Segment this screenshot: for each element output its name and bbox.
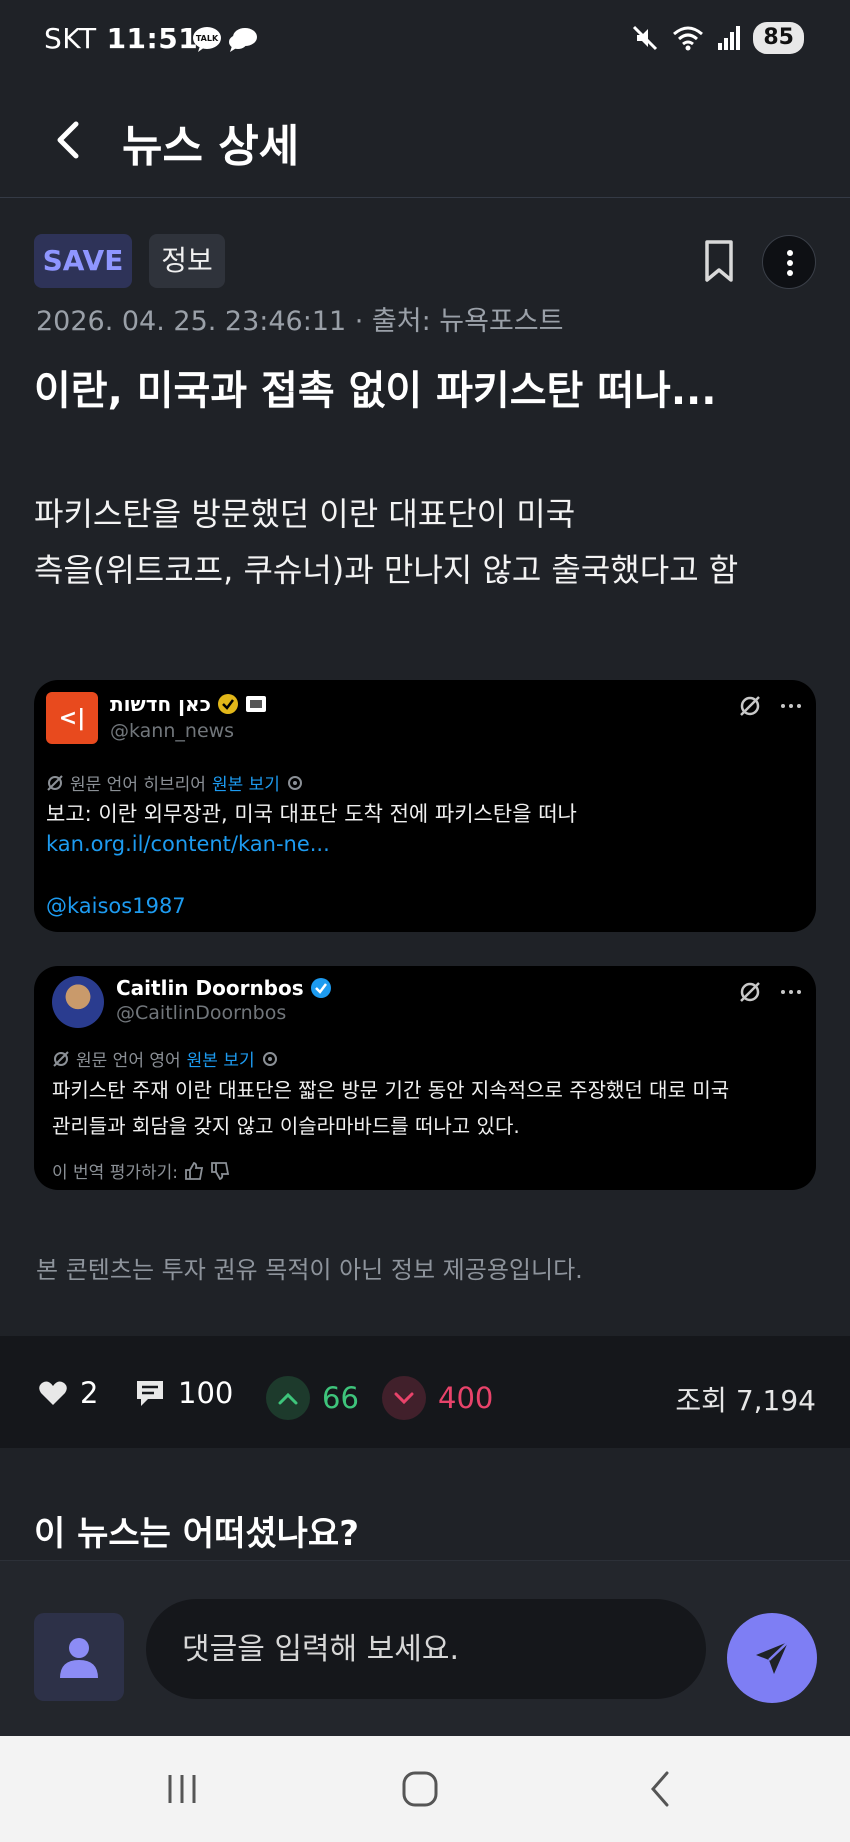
chevron-down-icon xyxy=(394,1392,414,1405)
like-count: 2 xyxy=(80,1376,99,1410)
view-original-link[interactable]: 원본 보기 xyxy=(212,770,280,795)
signal-icon xyxy=(718,26,741,50)
rate-translation: 이 번역 평가하기: xyxy=(52,1158,230,1183)
stats-bar: 2 100 66 400 조회 7,194 xyxy=(0,1336,850,1448)
wifi-icon xyxy=(673,26,704,51)
settings-icon[interactable] xyxy=(286,774,304,792)
comment-composer xyxy=(0,1560,850,1736)
category-tag: 정보 xyxy=(149,234,225,288)
save-tag: SAVE xyxy=(34,234,132,288)
grok-icon[interactable] xyxy=(738,694,762,718)
date-source: 2026. 04. 25. 23:46:11 · 출처: 뉴욕포스트 xyxy=(36,306,564,337)
bookmark-button[interactable] xyxy=(700,238,738,284)
tweet-text: 파키스탄 주재 이란 대표단은 짧은 방문 기간 동안 지속적으로 주장했던 대… xyxy=(52,1072,729,1144)
settings-icon[interactable] xyxy=(261,1050,279,1068)
mute-icon xyxy=(633,25,658,51)
article-headline: 이란, 미국과 접촉 없이 파키스탄 떠나... xyxy=(34,368,717,414)
verified-blue-icon xyxy=(310,978,331,998)
send-icon xyxy=(756,1641,789,1674)
tweet-avatar xyxy=(52,976,104,1028)
bookmark-icon xyxy=(705,240,733,282)
status-right: 85 xyxy=(631,22,804,54)
tweet-author-label: כאן חדשות xyxy=(110,692,211,716)
home-button[interactable] xyxy=(390,1764,450,1814)
upvote-circle xyxy=(266,1376,310,1420)
tweet-text-line-1: 파키스탄 주재 이란 대표단은 짧은 방문 기간 동안 지속적으로 주장했던 대… xyxy=(52,1078,730,1102)
tweet-mention[interactable]: @kaisos1987 xyxy=(46,894,186,918)
system-nav-bar xyxy=(0,1736,850,1842)
tweet-avatar: <| xyxy=(46,692,98,744)
status-bar: SKT 11:51 TALK 85 xyxy=(0,0,850,84)
tweet-handle: @CaitlinDoornbos xyxy=(116,1002,287,1024)
user-avatar xyxy=(34,1613,124,1701)
recent-apps-button[interactable] xyxy=(152,1764,212,1814)
more-vertical-icon xyxy=(787,250,793,276)
translate-icon xyxy=(47,774,63,791)
chevron-left-icon xyxy=(57,121,79,159)
translation-notice: 원문 언어 영어 원본 보기 xyxy=(52,1046,279,1071)
comment-icon xyxy=(137,1381,163,1406)
back-button[interactable] xyxy=(48,112,88,168)
talk-badge-text: TALK xyxy=(196,34,219,43)
tweet-author-name: Caitlin Doornbos xyxy=(116,976,332,1000)
thumbs-down-icon[interactable] xyxy=(210,1161,230,1180)
heart-icon xyxy=(39,1381,67,1405)
tweet-text: 보고: 이란 외무장관, 미국 대표단 도착 전에 파키스탄을 떠나 xyxy=(46,802,577,826)
comment-button[interactable]: 100 xyxy=(134,1376,233,1410)
translation-notice: 원문 언어 히브리어 원본 보기 xyxy=(46,770,304,795)
more-horizontal-icon[interactable] xyxy=(780,988,802,996)
embedded-tweet[interactable]: Caitlin Doornbos @CaitlinDoornbos 원문 언어 … xyxy=(34,966,816,1190)
tweet-link[interactable]: kan.org.il/content/kan-ne... xyxy=(46,832,330,856)
article-summary: 파키스탄을 방문했던 이란 대표단이 미국 측을(위트코프, 쿠슈너)과 만나지… xyxy=(34,486,824,598)
comment-count: 100 xyxy=(178,1376,234,1410)
kakaotalk-icon: TALK xyxy=(193,27,221,52)
recent-apps-icon xyxy=(168,1775,196,1803)
carrier-label: SKT xyxy=(44,22,97,55)
comment-input[interactable] xyxy=(146,1599,706,1699)
thumbs-up-icon[interactable] xyxy=(184,1161,204,1180)
chat-bubble-icon xyxy=(229,28,257,52)
translate-language: 원문 언어 히브리어 xyxy=(70,775,206,795)
system-back-button[interactable] xyxy=(630,1764,690,1814)
more-options-button[interactable] xyxy=(762,235,816,289)
back-arrow-icon xyxy=(651,1771,669,1807)
rate-translation-label: 이 번역 평가하기: xyxy=(52,1163,179,1183)
summary-line-2: 측을(위트코프, 쿠슈너)과 만나지 않고 출국했다고 함 xyxy=(34,551,739,589)
summary-line-1: 파키스탄을 방문했던 이란 대표단이 미국 xyxy=(34,495,576,533)
tweet-actions xyxy=(738,694,802,718)
downvote-count: 400 xyxy=(438,1381,494,1415)
like-button[interactable]: 2 xyxy=(38,1376,98,1410)
chevron-up-icon xyxy=(278,1392,298,1405)
upvote-button[interactable]: 66 xyxy=(266,1376,359,1420)
home-icon xyxy=(402,1771,438,1807)
view-count: 조회 7,194 xyxy=(675,1384,816,1417)
status-time: SKT 11:51 xyxy=(44,22,198,55)
upvote-count: 66 xyxy=(322,1381,359,1415)
tweet-text-line-2: 관리들과 회담을 갖지 않고 이슬라마바드를 떠나고 있다. xyxy=(52,1114,520,1138)
translate-icon xyxy=(53,1050,69,1067)
tweet-author-label: Caitlin Doornbos xyxy=(116,976,304,1000)
downvote-circle xyxy=(382,1376,426,1420)
user-icon xyxy=(60,1638,98,1678)
clock: 11:51 xyxy=(106,22,199,55)
app-header: 뉴스 상세 xyxy=(0,84,850,198)
affiliate-badge-icon xyxy=(245,696,266,712)
verified-gold-icon xyxy=(217,694,238,714)
more-horizontal-icon[interactable] xyxy=(780,702,802,710)
notification-icons: TALK xyxy=(192,26,258,52)
tweet-author-name: כאן חדשות xyxy=(110,692,267,716)
reaction-title: 이 뉴스는 어떠셨나요? xyxy=(34,1514,359,1554)
tweet-handle: @kann_news xyxy=(110,720,235,742)
kan-logo-text: <| xyxy=(58,705,86,731)
embedded-tweet[interactable]: <| כאן חדשות @kann_news 원문 언어 히브리어 원본 보기 xyxy=(34,680,816,932)
send-button[interactable] xyxy=(727,1613,817,1703)
downvote-button[interactable]: 400 xyxy=(382,1376,493,1420)
grok-icon[interactable] xyxy=(738,980,762,1004)
disclaimer: 본 콘텐츠는 투자 권유 목적이 아닌 정보 제공용입니다. xyxy=(36,1256,583,1284)
battery-level: 85 xyxy=(753,22,804,54)
view-original-link[interactable]: 원본 보기 xyxy=(187,1046,255,1071)
page-title: 뉴스 상세 xyxy=(122,121,300,172)
tweet-actions xyxy=(738,980,802,1004)
translate-language: 원문 언어 영어 xyxy=(76,1051,181,1071)
